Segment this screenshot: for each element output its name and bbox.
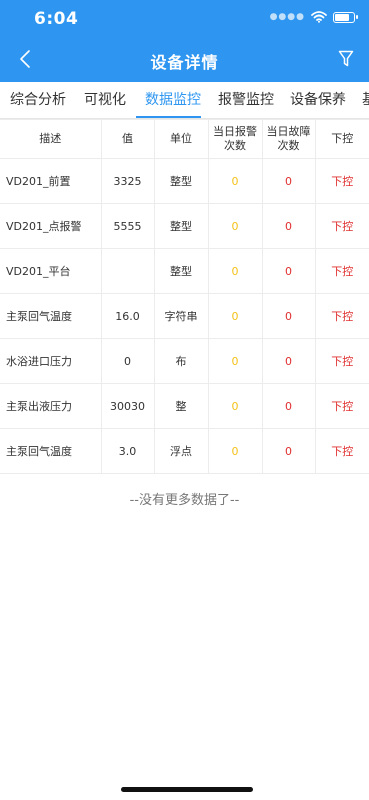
table-header-row: 描述 值 单位 当日报警次数 当日故障次数 下控 (0, 119, 369, 159)
page-title: 设备详情 (150, 53, 219, 72)
table-row: VD201_前置 3325 整型 0 0 下控 (0, 158, 369, 204)
control-button[interactable]: 下控 (314, 248, 369, 294)
signal-icon: ●●●● (269, 12, 305, 22)
cell-alarm: 0 (207, 158, 263, 204)
header-control: 下控 (314, 119, 369, 159)
cell-alarm: 0 (207, 293, 263, 339)
cell-fault: 0 (261, 248, 316, 294)
cell-unit: 布 (153, 338, 209, 384)
table-row: VD201_平台 整型 0 0 下控 (0, 248, 369, 294)
status-icons: ●●●● (269, 11, 358, 23)
cell-alarm: 0 (207, 428, 263, 474)
control-button[interactable]: 下控 (314, 293, 369, 339)
cell-value: 5555 (100, 203, 155, 249)
no-more-data-text: --没有更多数据了-- (129, 493, 240, 508)
cell-value (100, 248, 155, 294)
tab-partial[interactable]: 基 (346, 82, 369, 118)
cell-desc: VD201_平台 (0, 248, 102, 294)
data-table: 描述 值 单位 当日报警次数 当日故障次数 下控 VD201_前置 3325 整… (0, 119, 369, 474)
cell-unit: 整 (153, 383, 209, 429)
header-fault-count: 当日故障次数 (261, 119, 316, 159)
tab-visualization[interactable]: 可视化 (66, 82, 126, 118)
cell-value: 0 (100, 338, 155, 384)
app-header: 6:04 ●●●● 设备详情 (0, 0, 369, 82)
wifi-icon (311, 11, 327, 23)
table-row: 主泵出液压力 30030 整 0 0 下控 (0, 383, 369, 429)
cell-desc: VD201_点报警 (0, 203, 102, 249)
cell-desc: 主泵出液压力 (0, 383, 102, 429)
table-row: 主泵回气温度 3.0 浮点 0 0 下控 (0, 428, 369, 474)
tab-maintenance[interactable]: 设备保养 (274, 82, 346, 118)
control-button[interactable]: 下控 (314, 158, 369, 204)
control-button[interactable]: 下控 (314, 338, 369, 384)
cell-fault: 0 (261, 383, 316, 429)
cell-fault: 0 (261, 338, 316, 384)
cell-unit: 浮点 (153, 428, 209, 474)
cell-fault: 0 (261, 293, 316, 339)
cell-alarm: 0 (207, 248, 263, 294)
table-row: 主泵回气温度 16.0 字符串 0 0 下控 (0, 293, 369, 339)
control-button[interactable]: 下控 (314, 428, 369, 474)
tab-data-monitor[interactable]: 数据监控 (126, 82, 201, 118)
cell-value: 30030 (100, 383, 155, 429)
filter-icon (338, 50, 354, 67)
cell-unit: 整型 (153, 158, 209, 204)
battery-icon (333, 11, 358, 23)
tab-alarm-monitor[interactable]: 报警监控 (201, 82, 274, 118)
status-time: 6:04 (34, 9, 79, 29)
cell-desc: 主泵回气温度 (0, 428, 102, 474)
header-alarm-count: 当日报警次数 (207, 119, 263, 159)
table-row: 水浴进口压力 0 布 0 0 下控 (0, 338, 369, 384)
cell-desc: 水浴进口压力 (0, 338, 102, 384)
cell-unit: 整型 (153, 203, 209, 249)
cell-fault: 0 (261, 203, 316, 249)
control-button[interactable]: 下控 (314, 383, 369, 429)
home-indicator (121, 787, 253, 792)
cell-alarm: 0 (207, 383, 263, 429)
header-desc: 描述 (0, 119, 102, 159)
header-value: 值 (100, 119, 155, 159)
cell-unit: 字符串 (153, 293, 209, 339)
cell-alarm: 0 (207, 203, 263, 249)
cell-fault: 0 (261, 428, 316, 474)
cell-fault: 0 (261, 158, 316, 204)
cell-value: 16.0 (100, 293, 155, 339)
cell-unit: 整型 (153, 248, 209, 294)
header-unit: 单位 (153, 119, 209, 159)
tab-bar: 综合分析 可视化 数据监控 报警监控 设备保养 基 (0, 82, 369, 119)
cell-desc: VD201_前置 (0, 158, 102, 204)
cell-value: 3325 (100, 158, 155, 204)
table-row: VD201_点报警 5555 整型 0 0 下控 (0, 203, 369, 249)
cell-alarm: 0 (207, 338, 263, 384)
filter-button[interactable] (335, 48, 357, 70)
cell-value: 3.0 (100, 428, 155, 474)
cell-desc: 主泵回气温度 (0, 293, 102, 339)
control-button[interactable]: 下控 (314, 203, 369, 249)
tab-overview[interactable]: 综合分析 (0, 82, 66, 118)
